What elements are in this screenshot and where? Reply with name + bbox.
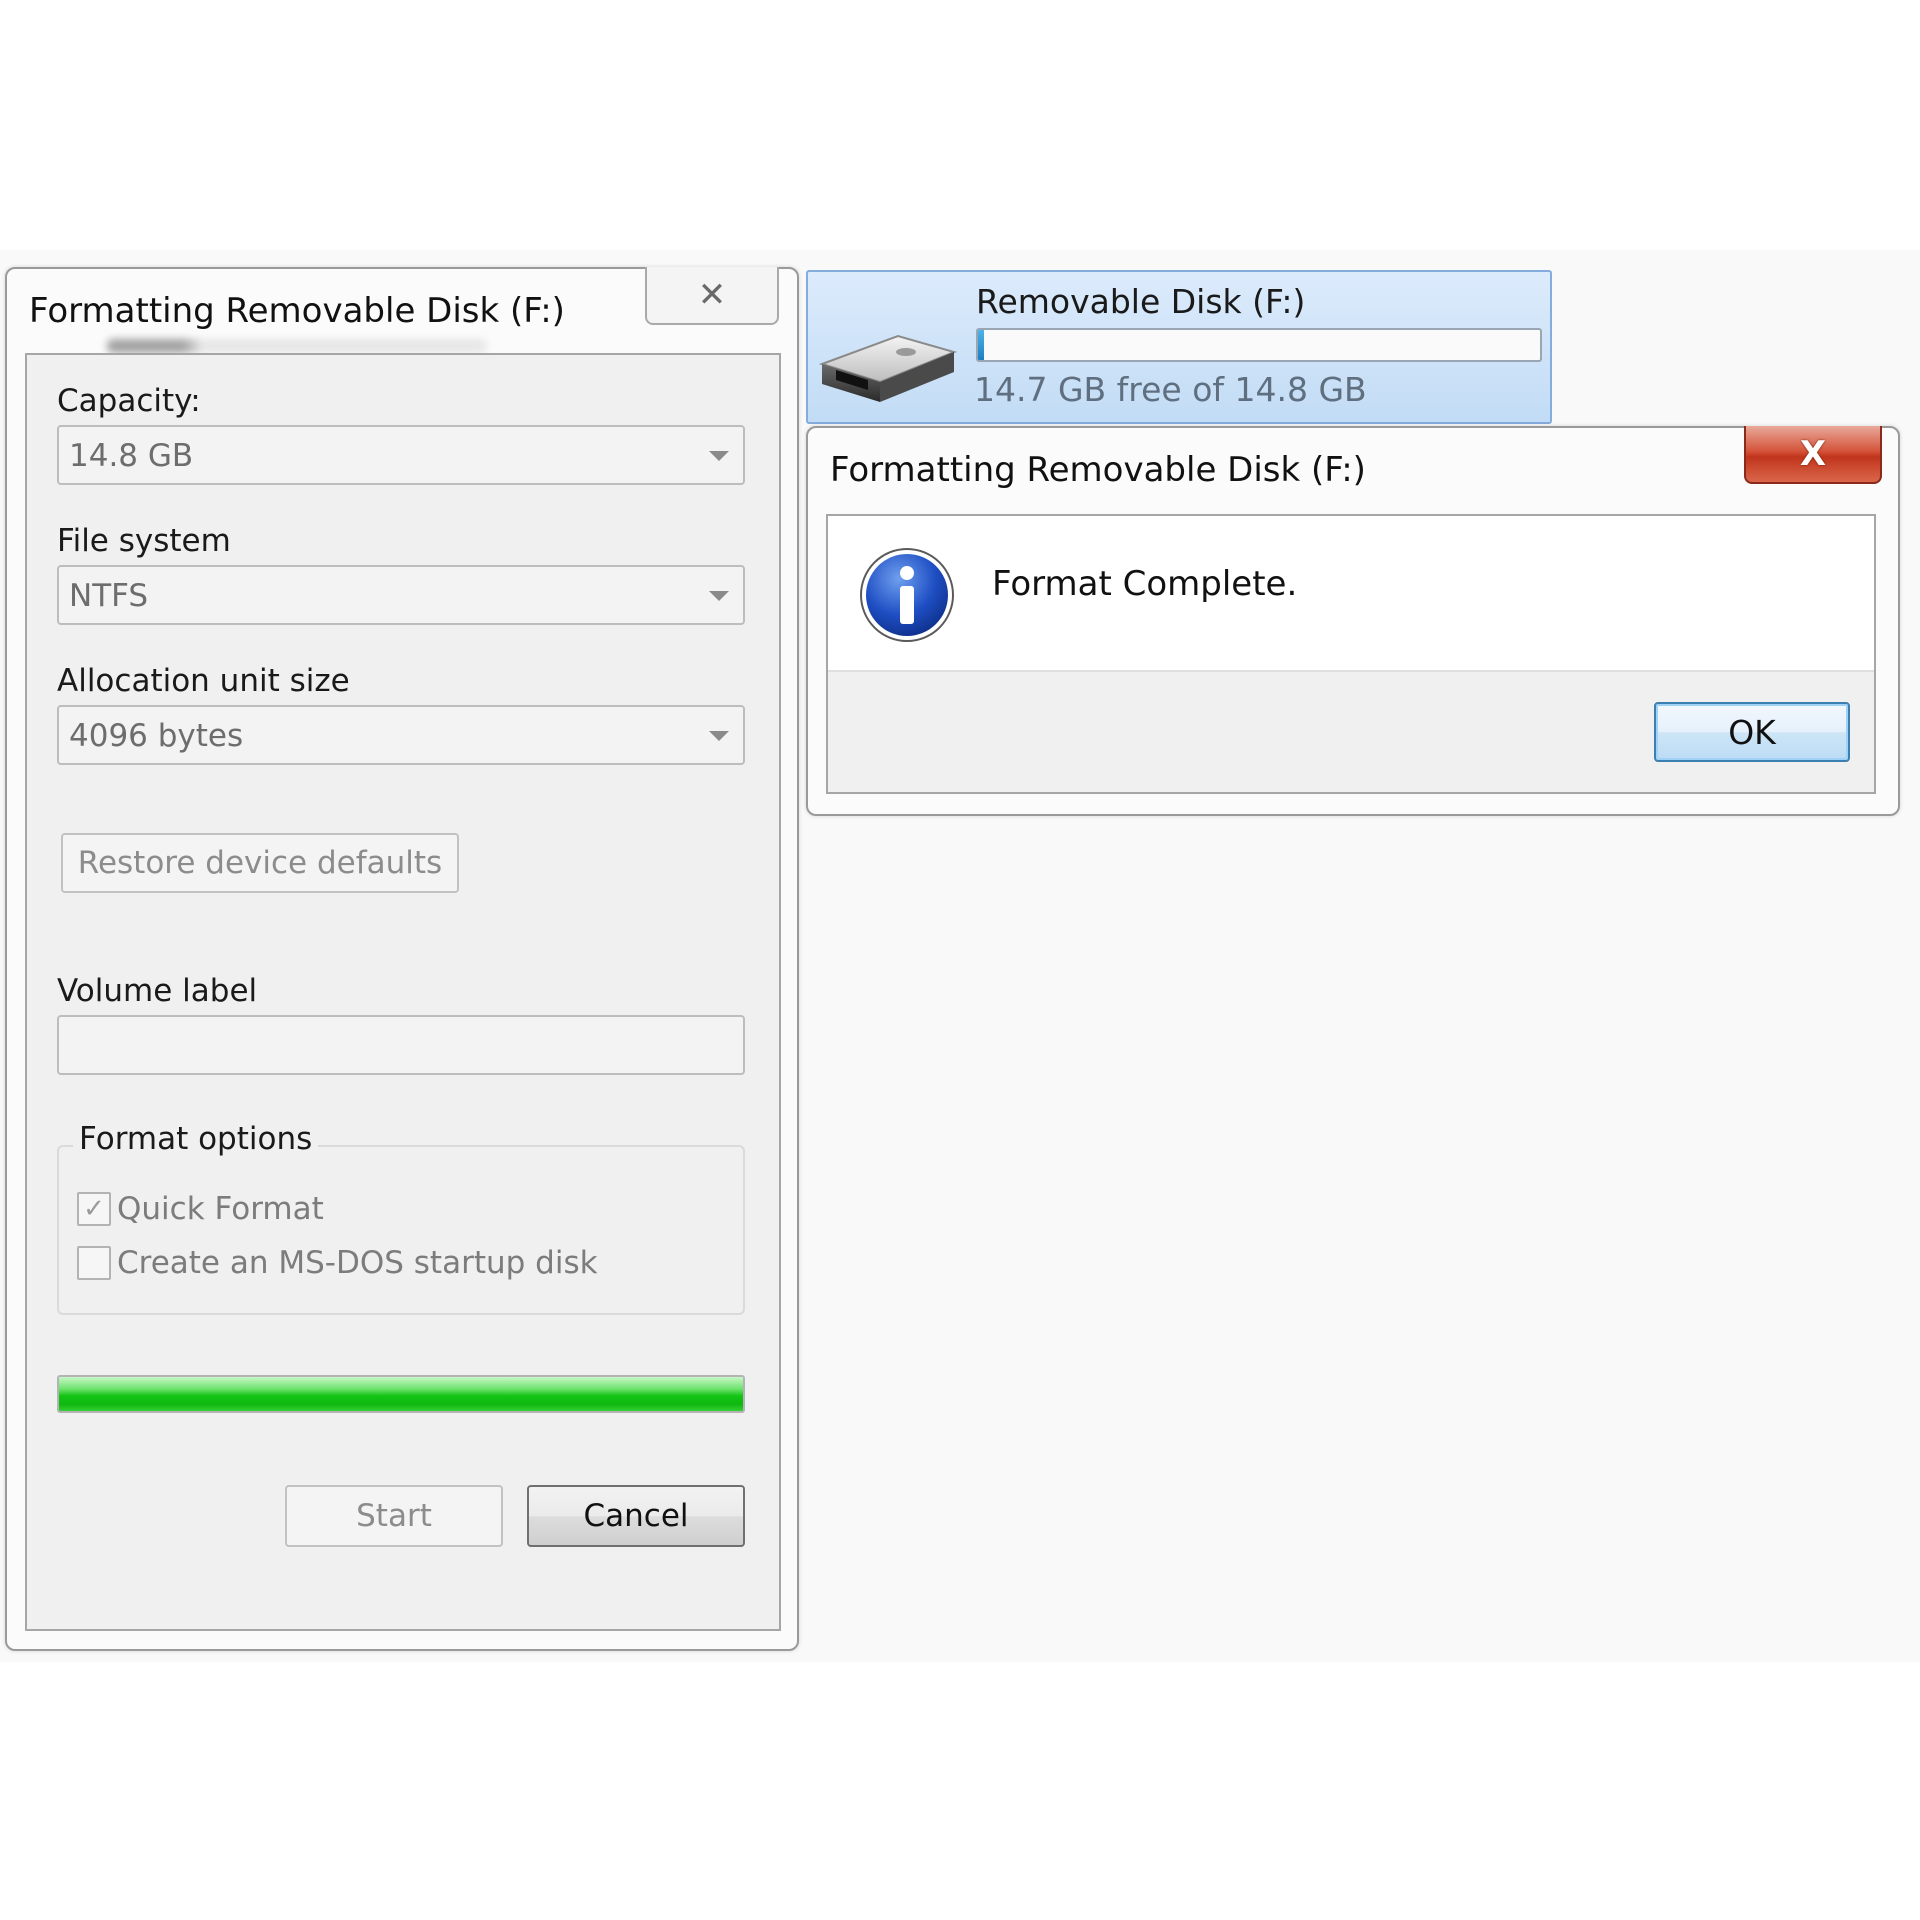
cancel-button[interactable]: Cancel bbox=[527, 1485, 745, 1547]
capacity-select[interactable]: 14.8 GB bbox=[57, 425, 745, 485]
drive-usage-bar bbox=[976, 328, 1542, 362]
checkmark-icon: ✓ bbox=[83, 1194, 105, 1224]
capacity-select-value: 14.8 GB bbox=[69, 438, 194, 474]
message-dialog-footer: OK bbox=[828, 670, 1874, 792]
format-dialog-close-button[interactable]: ✕ bbox=[645, 267, 779, 325]
format-progress-bar bbox=[57, 1375, 745, 1413]
removable-disk-tile[interactable]: Removable Disk (F:) 14.7 GB free of 14.8… bbox=[806, 270, 1552, 424]
quick-format-label: Quick Format bbox=[117, 1191, 324, 1227]
allocation-unit-select-value: 4096 bytes bbox=[69, 718, 244, 754]
msdos-startup-checkbox[interactable] bbox=[77, 1246, 111, 1280]
usb-drive-icon bbox=[818, 334, 958, 402]
format-dialog-title: Formatting Removable Disk (F:) bbox=[29, 291, 565, 331]
message-text: Format Complete. bbox=[992, 564, 1298, 604]
format-complete-dialog: Formatting Removable Disk (F:) X Format … bbox=[806, 426, 1900, 816]
format-progress-fill bbox=[59, 1377, 743, 1411]
quick-format-checkbox[interactable]: ✓ bbox=[77, 1192, 111, 1226]
close-icon: X bbox=[1799, 434, 1827, 474]
format-options-group: Format options ✓ Quick Format Create an … bbox=[57, 1121, 745, 1315]
message-dialog-body: Format Complete. OK bbox=[826, 514, 1876, 794]
drive-free-space: 14.7 GB free of 14.8 GB bbox=[974, 370, 1367, 409]
filesystem-select-value: NTFS bbox=[69, 578, 149, 614]
close-icon: ✕ bbox=[697, 275, 727, 315]
format-dialog: Formatting Removable Disk (F:) ✕ Capacit… bbox=[5, 267, 799, 1651]
volume-label-input[interactable] bbox=[57, 1015, 745, 1075]
chevron-down-icon bbox=[709, 451, 729, 461]
drive-usage-fill bbox=[978, 330, 984, 360]
chevron-down-icon bbox=[709, 591, 729, 601]
allocation-unit-select[interactable]: 4096 bytes bbox=[57, 705, 745, 765]
msdos-startup-label: Create an MS-DOS startup disk bbox=[117, 1245, 598, 1281]
chevron-down-icon bbox=[709, 731, 729, 741]
restore-defaults-button[interactable]: Restore device defaults bbox=[61, 833, 459, 893]
volume-label-label: Volume label bbox=[57, 973, 258, 1009]
message-dialog-close-button[interactable]: X bbox=[1744, 426, 1882, 484]
title-shadow-decoration bbox=[107, 339, 487, 353]
ok-button[interactable]: OK bbox=[1654, 702, 1850, 762]
quick-format-option[interactable]: ✓ Quick Format bbox=[77, 1191, 324, 1227]
start-button[interactable]: Start bbox=[285, 1485, 503, 1547]
drive-name: Removable Disk (F:) bbox=[976, 282, 1306, 321]
format-dialog-body: Capacity: 14.8 GB File system NTFS Alloc… bbox=[25, 353, 781, 1631]
filesystem-select[interactable]: NTFS bbox=[57, 565, 745, 625]
allocation-unit-label: Allocation unit size bbox=[57, 663, 350, 699]
message-dialog-title: Formatting Removable Disk (F:) bbox=[830, 450, 1366, 490]
format-options-label: Format options bbox=[73, 1121, 319, 1157]
info-icon bbox=[860, 548, 954, 642]
capacity-label: Capacity: bbox=[57, 383, 201, 419]
msdos-startup-option[interactable]: Create an MS-DOS startup disk bbox=[77, 1245, 598, 1281]
filesystem-label: File system bbox=[57, 523, 231, 559]
